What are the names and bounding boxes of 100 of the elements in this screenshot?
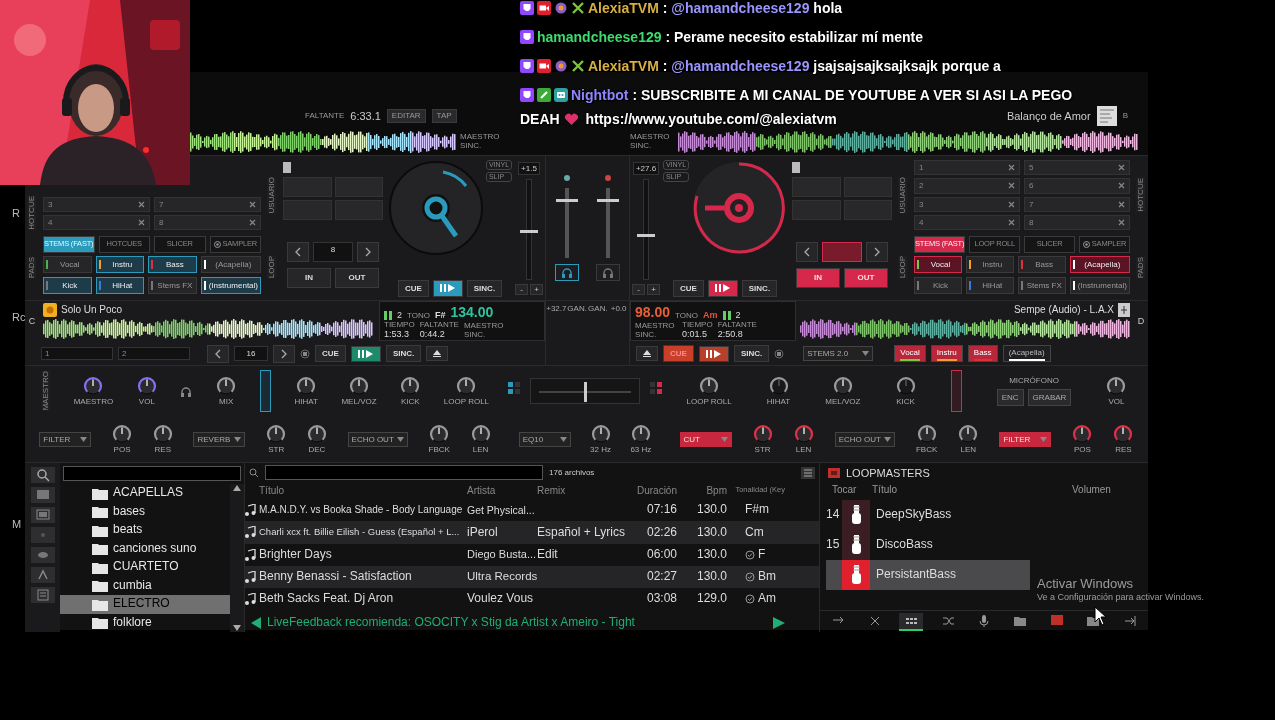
stem-pad[interactable]: Kick (914, 276, 962, 294)
delete-icon[interactable] (1118, 164, 1125, 172)
waveform[interactable] (43, 319, 373, 339)
stem-pad[interactable]: Bass (148, 255, 197, 273)
play-pause-button[interactable] (707, 279, 738, 297)
column-header[interactable]: Título (872, 483, 1072, 500)
list-view-icon[interactable] (801, 466, 815, 479)
delete-icon[interactable] (1008, 200, 1015, 208)
play-pause-button[interactable] (432, 279, 463, 297)
stem-pad[interactable]: HiHat (95, 276, 145, 294)
knob[interactable] (296, 375, 317, 396)
column-header[interactable]: Remix (537, 484, 631, 497)
knob[interactable] (590, 424, 611, 445)
hotcue-pad[interactable]: 6 (1024, 178, 1130, 194)
chat-username[interactable]: AlexiaTVM (588, 58, 659, 74)
stem-pad[interactable]: Stems FX (1017, 276, 1066, 294)
hotcue-pad[interactable]: 7 (1024, 196, 1130, 212)
record-icon[interactable] (300, 348, 310, 359)
folder-item[interactable]: cumbia (60, 576, 230, 595)
jog-wheel[interactable] (691, 160, 788, 256)
pitch-button[interactable]: + (647, 283, 660, 295)
mic-button[interactable]: GRABAR (1027, 388, 1072, 406)
loop-double-button[interactable] (357, 242, 379, 262)
chat-mention[interactable]: @hamandcheese129 (671, 58, 810, 74)
loop-in-button[interactable]: IN (287, 268, 331, 288)
record-icon[interactable] (774, 348, 785, 359)
waveform[interactable] (188, 131, 456, 153)
eject-button[interactable] (426, 346, 449, 361)
chat-username[interactable]: AlexiaTVM (588, 0, 659, 16)
fx-dropdown[interactable]: REVERB (193, 431, 246, 448)
knob[interactable] (793, 424, 814, 445)
deck-button[interactable]: EDITAR (386, 109, 426, 123)
crossfader-thumb[interactable] (584, 382, 587, 402)
delete-icon[interactable] (1008, 182, 1015, 190)
hotcue-pad[interactable]: 8 (154, 214, 261, 230)
slot-field[interactable]: 2 (118, 346, 190, 361)
play-pause-button[interactable] (698, 345, 729, 362)
folder-search-field[interactable] (63, 466, 241, 481)
folder-item[interactable]: ELECTRO (60, 595, 230, 614)
knob[interactable] (470, 424, 491, 445)
loop-double-button[interactable] (866, 242, 888, 262)
jog-wheel[interactable] (387, 160, 484, 256)
chat-username[interactable]: Nightbot (571, 87, 629, 103)
column-header[interactable]: Título (259, 484, 467, 497)
knob[interactable] (306, 424, 327, 445)
pitch-button[interactable]: - (515, 283, 528, 295)
stem-pad[interactable]: (Instrumental) (1069, 276, 1130, 294)
delete-icon[interactable] (1118, 200, 1125, 208)
stem-button[interactable]: Bass (967, 344, 998, 363)
slot-field[interactable]: 1 (41, 346, 113, 361)
pitch-slider-thumb[interactable] (520, 229, 538, 233)
knob[interactable] (136, 375, 157, 396)
loop-out-button[interactable]: OUT (844, 268, 888, 288)
stem-pad[interactable]: Kick (43, 276, 92, 294)
knob[interactable] (112, 424, 133, 445)
stem-pad[interactable]: Vocal (914, 255, 962, 273)
knob[interactable] (400, 375, 421, 396)
knob[interactable] (630, 424, 651, 445)
channel-fader-thumb[interactable] (555, 198, 578, 202)
knob[interactable] (958, 424, 979, 445)
deck-button[interactable]: TAP (431, 109, 457, 123)
scroll-up-icon[interactable] (232, 484, 242, 492)
stem-pad[interactable]: (Acapella) (200, 255, 261, 273)
knob[interactable] (152, 424, 173, 445)
sync-button[interactable]: SINC. (741, 279, 778, 297)
waveform[interactable] (800, 319, 1130, 339)
waveform[interactable] (678, 131, 1138, 153)
knob[interactable] (1106, 375, 1127, 396)
delete-icon[interactable] (249, 218, 256, 226)
play-pause-button[interactable] (350, 345, 381, 362)
stem-pad[interactable]: HiHat (965, 276, 1014, 294)
guitar-icon[interactable] (850, 504, 862, 525)
hotcue-pad[interactable]: 8 (1024, 214, 1130, 230)
hotcue-pad[interactable]: 4 (914, 214, 1020, 230)
hotcue-pad[interactable]: 3 (43, 196, 150, 212)
fx-dropdown[interactable]: CUT (679, 431, 732, 448)
beatjump-field[interactable]: 16 (234, 345, 268, 362)
sync-button[interactable]: SINC. (733, 344, 770, 363)
stem-pad[interactable]: Instru (95, 255, 145, 273)
channel-fader-thumb[interactable] (597, 198, 620, 202)
knob[interactable] (1072, 424, 1093, 445)
stem-pad[interactable]: (Instrumental) (200, 276, 261, 294)
previous-icon[interactable] (251, 617, 261, 630)
pitch-slider-thumb[interactable] (637, 234, 655, 238)
stem-pad[interactable]: Bass (1017, 255, 1066, 273)
column-header[interactable]: Volumen (1072, 483, 1136, 500)
loop-item[interactable]: 15 DiscoBass (826, 529, 1030, 560)
knob[interactable] (83, 375, 104, 396)
stems-dropdown[interactable]: STEMS 2.0 (803, 345, 874, 362)
loop-in-button[interactable]: IN (796, 268, 840, 288)
loop-size-field[interactable]: 8 (313, 242, 353, 262)
delete-icon[interactable] (1118, 218, 1125, 226)
knob[interactable] (832, 375, 853, 396)
search-icon[interactable] (249, 467, 259, 478)
delete-icon[interactable] (249, 200, 256, 208)
folder-item[interactable]: CUARTETO (60, 558, 230, 577)
hotcue-pad[interactable]: 1 (914, 160, 1020, 176)
hotcue-pad[interactable]: 7 (154, 196, 261, 212)
stem-pad[interactable]: Stems FX (148, 276, 197, 294)
loop-halve-button[interactable] (287, 242, 309, 262)
